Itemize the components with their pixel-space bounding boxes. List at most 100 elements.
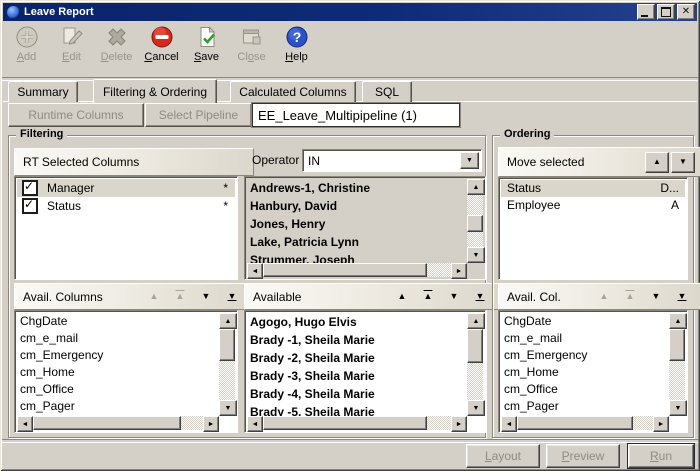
move-to-top-button[interactable] [415,292,441,301]
preview-button[interactable]: Preview [546,444,620,468]
save-button[interactable]: Save [184,24,229,75]
list-item-status[interactable]: Status D... [501,180,685,197]
list-item[interactable]: Agogo, Hugo Elvis [247,313,467,331]
list-item[interactable]: cm_Pager [17,398,219,415]
vertical-scrollbar[interactable] [669,313,685,416]
operator-dropdown[interactable]: IN [302,149,482,172]
list-item[interactable]: Brady -5, Sheila Marie [247,403,467,416]
list-item[interactable]: cm_Office [501,381,669,398]
scroll-left-button[interactable] [247,263,263,279]
list-item[interactable]: cm_Office [17,381,219,398]
scroll-thumb[interactable] [669,329,685,361]
list-item[interactable]: Brady -3, Sheila Marie [247,367,467,385]
run-button[interactable]: Run [628,444,694,468]
scroll-left-button[interactable] [247,416,263,432]
move-to-bottom-button[interactable] [467,292,493,301]
pipeline-name-box[interactable]: EE_Leave_Multipipeline (1) [252,103,460,127]
move-down-button[interactable] [671,152,695,173]
scroll-track[interactable] [669,329,685,400]
maximize-button[interactable] [657,4,675,20]
scroll-up-button[interactable] [467,179,485,195]
list-item[interactable]: cm_Home [17,364,219,381]
list-item[interactable]: cm_Emergency [17,347,219,364]
checkbox-checked-icon[interactable] [22,180,38,196]
scroll-right-button[interactable] [451,263,467,279]
move-to-bottom-button[interactable] [219,292,245,301]
move-to-top-button[interactable] [617,292,643,301]
delete-button[interactable]: Delete [94,24,139,75]
scroll-thumb[interactable] [33,416,181,430]
list-item[interactable]: cm_Pager [501,398,669,415]
vertical-scrollbar[interactable] [467,313,483,416]
list-item[interactable]: Andrews-1, Christine [247,179,467,197]
list-item[interactable]: Brady -2, Sheila Marie [247,349,467,367]
move-down-button[interactable] [643,292,669,301]
cancel-button[interactable]: Cancel [139,24,184,75]
list-item-manager[interactable]: Manager * [17,179,235,197]
list-item[interactable]: Strummer, Joseph [247,251,467,263]
close-window-button[interactable] [677,4,695,20]
list-item[interactable]: cm_e_mail [17,330,219,347]
list-item[interactable]: Hanbury, David [247,197,467,215]
layout-button[interactable]: Layout [466,444,540,468]
horizontal-scrollbar[interactable] [247,416,467,430]
tab-filtering-ordering[interactable]: Filtering & Ordering [93,79,217,103]
runtime-columns-button[interactable]: Runtime Columns [8,103,144,127]
move-up-button[interactable] [389,292,415,301]
scroll-track[interactable] [467,195,483,247]
horizontal-scrollbar[interactable] [17,416,219,430]
scroll-right-button[interactable] [451,416,467,432]
scroll-down-button[interactable] [669,400,687,416]
scroll-thumb[interactable] [467,329,483,363]
move-up-button[interactable] [141,292,167,301]
list-item[interactable]: cm_e_mail [501,330,669,347]
scroll-down-button[interactable] [219,400,237,416]
list-item[interactable]: cm_Home [501,364,669,381]
tab-sql[interactable]: SQL [362,81,412,102]
scroll-track[interactable] [33,416,203,430]
scroll-track[interactable] [517,416,653,430]
list-item[interactable]: cm_Emergency [501,347,669,364]
scroll-thumb[interactable] [219,329,235,361]
tab-summary[interactable]: Summary [8,81,78,102]
move-down-button[interactable] [193,292,219,301]
dropdown-arrow-icon[interactable] [460,152,479,169]
scroll-down-button[interactable] [467,247,485,263]
horizontal-scrollbar[interactable] [247,263,467,277]
move-to-bottom-button[interactable] [669,292,695,301]
vertical-scrollbar[interactable] [467,179,483,263]
scroll-down-button[interactable] [467,400,485,416]
edit-button[interactable]: Edit [49,24,94,75]
list-item-status[interactable]: Status * [17,197,235,215]
list-item[interactable]: Brady -4, Sheila Marie [247,385,467,403]
list-item[interactable]: ChgDate [17,313,219,330]
list-item[interactable]: Jones, Henry [247,215,467,233]
scroll-track[interactable] [263,263,451,277]
scroll-left-button[interactable] [17,416,33,432]
scroll-track[interactable] [467,329,483,400]
minimize-button[interactable] [637,4,655,20]
list-item[interactable]: Brady -1, Sheila Marie [247,331,467,349]
scroll-right-button[interactable] [203,416,219,432]
move-down-button[interactable] [441,292,467,301]
help-button[interactable]: ? Help [274,24,319,75]
move-up-button[interactable] [591,292,617,301]
move-up-button[interactable] [645,152,669,173]
scroll-track[interactable] [219,329,235,400]
scroll-track[interactable] [263,416,451,430]
list-item[interactable]: ChgDate [501,313,669,330]
move-to-top-button[interactable] [167,292,193,301]
horizontal-scrollbar[interactable] [501,416,669,430]
scroll-left-button[interactable] [501,416,517,432]
scroll-thumb[interactable] [263,416,427,430]
vertical-scrollbar[interactable] [219,313,235,416]
scroll-thumb[interactable] [263,263,427,277]
scroll-right-button[interactable] [653,416,669,432]
scroll-up-button[interactable] [669,313,687,329]
scroll-thumb[interactable] [517,416,633,430]
list-item[interactable]: Lake, Patricia Lynn [247,233,467,251]
scroll-up-button[interactable] [467,313,485,329]
scroll-thumb[interactable] [467,215,483,233]
select-pipeline-button[interactable]: Select Pipeline [145,103,252,127]
titlebar[interactable]: Leave Report [3,3,697,21]
